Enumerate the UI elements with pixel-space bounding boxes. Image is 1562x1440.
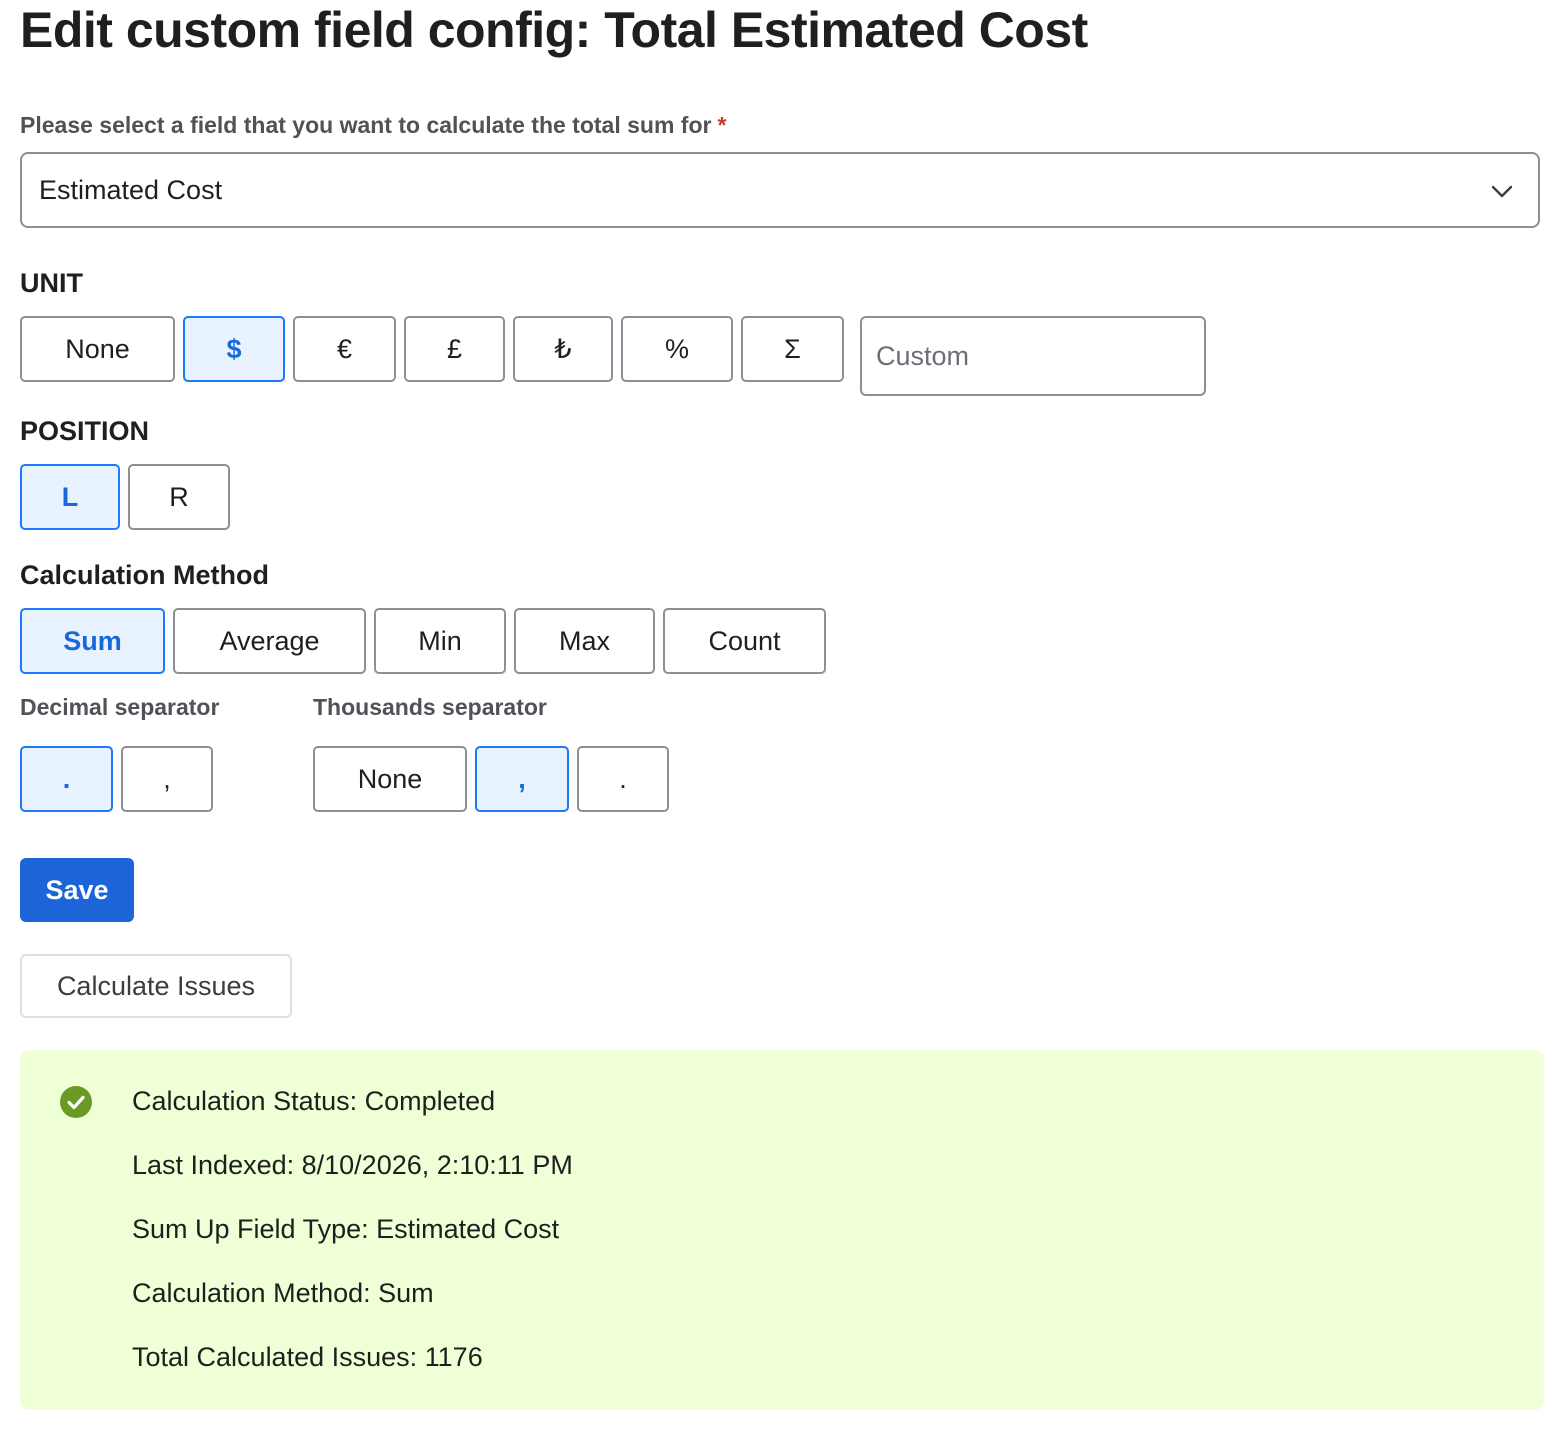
thousands-separator-heading: Thousands separator — [313, 694, 547, 720]
field-select[interactable]: Estimated Cost — [20, 152, 1540, 228]
status-line-total: Total Calculated Issues: 1176 — [132, 1342, 483, 1372]
status-line-last-indexed: Last Indexed: 8/10/2026, 2:10:11 PM — [132, 1150, 573, 1180]
method-option-average[interactable]: Average — [173, 608, 366, 674]
method-option-max[interactable]: Max — [514, 608, 655, 674]
status-line-status: Calculation Status: Completed — [132, 1086, 496, 1116]
page-title: Edit custom field config: Total Estimate… — [20, 2, 1088, 58]
unit-option-euro[interactable]: € — [293, 316, 396, 382]
field-select-label: Please select a field that you want to c… — [20, 112, 726, 139]
unit-heading: UNIT — [20, 268, 83, 298]
status-line-method: Calculation Method: Sum — [132, 1278, 434, 1308]
unit-option-dollar[interactable]: $ — [183, 316, 285, 382]
position-heading: POSITION — [20, 416, 150, 446]
decimal-option-dot[interactable]: . — [20, 746, 113, 812]
unit-option-percent[interactable]: % — [621, 316, 733, 382]
method-option-count[interactable]: Count — [663, 608, 826, 674]
field-select-value: Estimated Cost — [39, 174, 223, 205]
thousands-option-dot[interactable]: . — [577, 746, 669, 812]
calculation-method-heading: Calculation Method — [20, 560, 269, 590]
position-option-right[interactable]: R — [128, 464, 230, 530]
position-option-left[interactable]: L — [20, 464, 120, 530]
status-line-field-type: Sum Up Field Type: Estimated Cost — [132, 1214, 560, 1244]
unit-custom-input[interactable] — [860, 316, 1206, 396]
decimal-separator-heading: Decimal separator — [20, 694, 220, 720]
check-circle-icon — [60, 1086, 92, 1118]
decimal-option-comma[interactable]: , — [121, 746, 213, 812]
save-button[interactable]: Save — [20, 858, 134, 922]
unit-option-pound[interactable]: £ — [404, 316, 505, 382]
method-option-sum[interactable]: Sum — [20, 608, 165, 674]
unit-option-none[interactable]: None — [20, 316, 175, 382]
thousands-option-none[interactable]: None — [313, 746, 467, 812]
unit-option-lira[interactable]: ₺ — [513, 316, 613, 382]
calculate-issues-button[interactable]: Calculate Issues — [20, 954, 292, 1018]
unit-option-sigma[interactable]: Σ — [741, 316, 844, 382]
method-option-min[interactable]: Min — [374, 608, 506, 674]
chevron-down-icon — [1491, 185, 1513, 198]
required-mark: * — [717, 112, 727, 138]
calculation-status-panel: Calculation Status: Completed Last Index… — [20, 1050, 1544, 1410]
field-select-label-text: Please select a field that you want to c… — [20, 112, 712, 138]
thousands-option-comma[interactable]: , — [475, 746, 569, 812]
